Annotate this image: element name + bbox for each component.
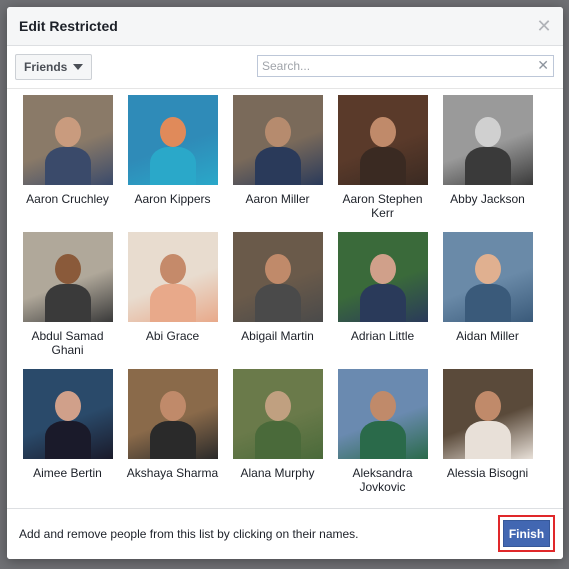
friend-name: Aaron Kippers: [134, 192, 211, 206]
friend-name: Adrian Little: [350, 329, 415, 343]
close-icon[interactable]: ✕: [535, 17, 553, 35]
friend-name: Aimee Bertin: [33, 466, 102, 480]
friend-photo: [127, 369, 218, 459]
dialog-footer: Add and remove people from this list by …: [7, 508, 563, 559]
friend-name: Akshaya Sharma: [126, 466, 219, 480]
friend-photo: [22, 369, 113, 459]
dialog-toolbar: Friends ✕: [7, 46, 563, 89]
friend-photo: [127, 95, 218, 185]
friend-item[interactable]: Abi Grace: [120, 232, 225, 343]
chevron-down-icon: [73, 64, 84, 70]
friends-filter-dropdown[interactable]: Friends: [15, 54, 93, 80]
friend-photo: [232, 369, 323, 459]
friend-photo: [127, 232, 218, 322]
friend-item[interactable]: Abigail Martin: [225, 232, 330, 343]
friend-photo: [232, 95, 323, 185]
edit-restricted-dialog: Edit Restricted ✕ Friends ✕ Aaron Cruchl…: [7, 7, 563, 559]
friend-item[interactable]: Abdul Samad Ghani: [15, 232, 120, 357]
friend-photo: [442, 232, 533, 322]
finish-button[interactable]: Finish: [503, 520, 550, 547]
friend-name: Aaron Stephen Kerr: [342, 192, 423, 220]
friend-name: Abdul Samad Ghani: [31, 329, 104, 357]
clear-search-icon[interactable]: ✕: [537, 57, 549, 74]
friend-item[interactable]: Aaron Stephen Kerr: [330, 95, 435, 220]
friend-name: Aaron Cruchley: [26, 192, 109, 206]
finish-highlight: Finish: [498, 515, 555, 552]
friend-item[interactable]: Aleksandra Jovkovic: [330, 369, 435, 494]
dialog-header: Edit Restricted ✕: [7, 7, 563, 46]
friend-item[interactable]: Adrian Little: [330, 232, 435, 343]
friend-photo: [337, 95, 428, 185]
friend-item[interactable]: Alana Murphy: [225, 369, 330, 480]
friend-name: Abby Jackson: [450, 192, 525, 206]
filter-label: Friends: [24, 60, 68, 74]
search-input[interactable]: [258, 56, 536, 76]
friend-name: Abi Grace: [145, 329, 200, 343]
friend-photo: [232, 232, 323, 322]
friend-item[interactable]: Aimee Bertin: [15, 369, 120, 480]
friend-item[interactable]: Aidan Miller: [435, 232, 540, 343]
friend-item[interactable]: Alessia Bisogni: [435, 369, 540, 480]
search-box: ✕: [257, 55, 554, 77]
friend-name: Abigail Martin: [241, 329, 314, 343]
friend-name: Aidan Miller: [456, 329, 519, 343]
friend-name: Alana Murphy: [240, 466, 315, 480]
friend-photo: [337, 369, 428, 459]
friend-item[interactable]: Abby Jackson: [435, 95, 540, 206]
friend-photo: [442, 369, 533, 459]
friend-item[interactable]: Aaron Kippers: [120, 95, 225, 206]
friend-item[interactable]: Akshaya Sharma: [120, 369, 225, 480]
footer-hint: Add and remove people from this list by …: [19, 527, 359, 541]
friend-name: Aaron Miller: [245, 192, 310, 206]
friend-name: Aleksandra Jovkovic: [352, 466, 413, 494]
dialog-title: Edit Restricted: [19, 18, 118, 34]
friend-photo: [22, 95, 113, 185]
friend-photo: [22, 232, 113, 322]
friend-item[interactable]: Aaron Cruchley: [15, 95, 120, 206]
friend-item[interactable]: Aaron Miller: [225, 95, 330, 206]
friend-photo: [442, 95, 533, 185]
friend-name: Alessia Bisogni: [446, 466, 529, 480]
friend-photo: [337, 232, 428, 322]
